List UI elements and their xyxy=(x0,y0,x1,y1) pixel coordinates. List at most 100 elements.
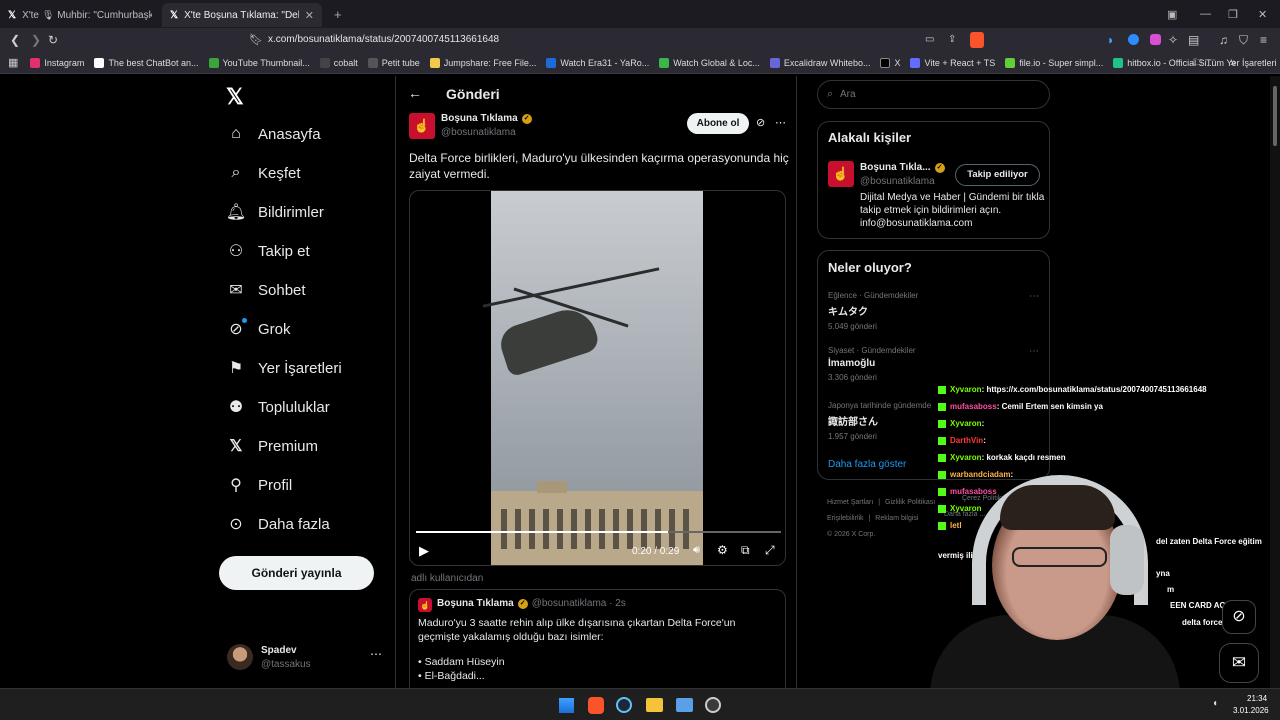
back-icon[interactable]: ❮ xyxy=(10,28,20,52)
windows-start-icon[interactable] xyxy=(559,698,574,713)
bookmark-item[interactable]: Instagram xyxy=(30,57,84,68)
author-name: Boşuna Tıklama xyxy=(441,113,518,124)
quote-list-item: • El-Bağdadi... xyxy=(418,670,485,682)
bookmark-item[interactable]: YouTube Thumbnail... xyxy=(208,57,310,68)
forward-icon[interactable]: ❯ xyxy=(31,28,41,52)
related-avatar[interactable]: ☝ xyxy=(828,161,854,187)
subscribe-button[interactable]: Abone ol xyxy=(687,113,749,134)
bookmark-item[interactable]: Watch Global & Loc... xyxy=(659,57,760,68)
trend-item[interactable]: Eğlence · Gündemdekiler キムタク 5.049 gönde… xyxy=(828,291,1043,335)
reload-icon[interactable]: ↻ xyxy=(48,28,58,52)
verified-badge-icon: ✓ xyxy=(521,113,532,124)
author-name-row[interactable]: Boşuna Tıklama ✓ xyxy=(441,113,532,124)
back-arrow-icon[interactable]: ← xyxy=(408,85,422,101)
related-name-row[interactable]: Boşuna Tıkla... ✓ xyxy=(860,162,945,173)
bookmark-page-icon[interactable]: 🔖︎ xyxy=(249,28,263,52)
brave-taskbar-icon[interactable] xyxy=(588,697,604,714)
bookmark-item[interactable]: Petit tube xyxy=(367,57,420,68)
obs-taskbar-icon[interactable] xyxy=(705,697,721,713)
grok-analyze-icon[interactable]: ⊘ xyxy=(756,116,765,129)
nav-bookmarks[interactable]: ⚑ Yer İşaretleri xyxy=(227,359,342,378)
more-dots-icon[interactable]: ⋯ xyxy=(1029,346,1039,357)
photos-taskbar-icon[interactable] xyxy=(676,698,693,712)
post-button[interactable]: Gönderi yayınla xyxy=(219,556,374,590)
nav-grok[interactable]: ⊘ Grok xyxy=(227,318,291,338)
extensions-icon[interactable]: ▣ xyxy=(1167,8,1177,21)
account-switcher[interactable]: Spadev @tassakus ⋯ xyxy=(227,643,387,673)
nav-home[interactable]: ⌂ Anasayfa xyxy=(227,125,320,143)
share-icon[interactable]: ⇪ xyxy=(948,28,956,52)
x-logo-icon[interactable]: 𝕏 xyxy=(226,84,244,110)
source-attribution[interactable]: adlı kullanıcıdan xyxy=(411,573,483,584)
extension-icon[interactable] xyxy=(1150,34,1161,45)
author-avatar[interactable]: ☝ xyxy=(409,113,435,139)
fullscreen-icon[interactable]: ⤢ xyxy=(765,543,775,558)
tab-bosuna[interactable]: 𝕏 X'te Boşuna Tıklama: "Delta Forc ✕ xyxy=(162,3,322,27)
nav-chat[interactable]: ✉ Sohbet xyxy=(227,281,305,300)
audio-icon[interactable]: ◗ xyxy=(1107,28,1114,52)
play-icon[interactable]: ▶ xyxy=(419,543,429,559)
chat-username: mufasaboss xyxy=(950,402,997,411)
more-dots-icon[interactable]: ⋯ xyxy=(1029,291,1039,302)
trend-item[interactable]: Japonya tarihinde gündemde 諏訪部さん 1.957 g… xyxy=(828,401,938,445)
shield-icon[interactable]: ⛉ xyxy=(1239,28,1248,52)
trend-item[interactable]: Siyaset · Gündemdekiler İmamoğlu 3.306 g… xyxy=(828,346,1043,390)
quote-avatar: ☝ xyxy=(418,598,432,612)
streamer-hair xyxy=(1000,485,1115,530)
music-icon[interactable]: ♫ xyxy=(1219,28,1228,52)
brave-shield-icon[interactable] xyxy=(970,32,984,48)
nav-notifications[interactable]: 🔔︎ Bildirimler xyxy=(226,203,324,222)
nav-communities[interactable]: ⚉ Topluluklar xyxy=(227,398,330,417)
search-box[interactable]: ⌕ Ara xyxy=(817,80,1050,109)
bookmark-item[interactable]: Vite + React + TS xyxy=(910,57,995,68)
following-button[interactable]: Takip ediliyor xyxy=(955,164,1040,186)
pip-icon[interactable]: ⧉ xyxy=(741,543,750,558)
scrollbar[interactable] xyxy=(1270,76,1280,688)
volume-icon[interactable]: 🔊︎ xyxy=(693,544,700,557)
nav-follow[interactable]: ⚇ Takip et xyxy=(227,242,310,261)
clock-date[interactable]: 3.01.2026 xyxy=(1233,706,1269,715)
chat-badge-icon xyxy=(938,385,946,394)
url-text[interactable]: x.com/bosunatiklama/status/2007400745113… xyxy=(268,28,499,52)
video-progress-track[interactable] xyxy=(416,531,781,533)
puzzle-icon[interactable]: ✧ xyxy=(1168,28,1178,52)
all-bookmarks[interactable]: 🗀 Tüm Yer İşaretleri xyxy=(1193,55,1277,71)
bookmark-item[interactable]: cobalt xyxy=(319,57,358,68)
nav-explore[interactable]: ⌕ Keşfet xyxy=(227,164,301,182)
grok-floating-button[interactable]: ⊘ xyxy=(1222,600,1256,634)
bookmark-item[interactable]: The best ChatBot an... xyxy=(94,57,199,68)
video-player[interactable]: ▶ 0:20 / 0:29 🔊︎ ⚙ ⧉ ⤢ xyxy=(409,190,786,566)
cast-icon[interactable]: ▭ xyxy=(925,28,934,52)
new-tab-icon[interactable]: + xyxy=(334,7,342,22)
vpn-icon[interactable] xyxy=(1128,34,1139,45)
menu-icon[interactable]: ≡ xyxy=(1260,28,1267,52)
clock-time[interactable]: 21:34 xyxy=(1247,694,1267,703)
network-icon[interactable]: ◖ xyxy=(1212,698,1218,709)
messages-floating-button[interactable]: ✉ xyxy=(1219,643,1259,683)
search-icon: ⌕ xyxy=(231,164,241,181)
bookmark-item[interactable]: file.io - Super simpl... xyxy=(1005,57,1103,68)
scrollbar-thumb[interactable] xyxy=(1273,86,1277,146)
tab-muhbir[interactable]: 𝕏 X'te 🎙 Muhbir: "Cumhurbaşkanı Baş xyxy=(0,3,162,27)
close-tab-icon[interactable]: ✕ xyxy=(305,9,314,22)
chat-message: Xyvaron: korkak kaçdı resmen xyxy=(938,453,1066,462)
nav-more[interactable]: ⊙ Daha fazla xyxy=(227,515,329,534)
apps-grid-icon[interactable]: ▦ xyxy=(8,56,18,69)
taskbar: ◖ 21:34 3.01.2026 xyxy=(0,688,1280,720)
bookmark-item[interactable]: Jumpshare: Free File... xyxy=(429,57,536,68)
bookmark-item[interactable]: X xyxy=(880,57,900,68)
explorer-taskbar-icon[interactable] xyxy=(646,698,663,712)
nav-premium[interactable]: 𝕏 Premium xyxy=(227,437,318,456)
steam-taskbar-icon[interactable] xyxy=(616,697,632,713)
restore-icon[interactable]: ❐ xyxy=(1228,8,1238,21)
close-window-icon[interactable]: ✕ xyxy=(1258,8,1267,21)
quoted-post[interactable]: ☝ Boşuna Tıklama ✓ @bosunatiklama · 2s M… xyxy=(409,589,786,699)
more-options-icon[interactable]: ⋯ xyxy=(775,116,786,129)
bookmark-item[interactable]: Watch Era31 - YaRo... xyxy=(546,57,649,68)
nav-profile[interactable]: ⚲ Profil xyxy=(227,476,292,495)
minimize-icon[interactable]: — xyxy=(1200,8,1211,20)
sidebar-icon[interactable]: ▤ xyxy=(1188,28,1199,52)
settings-icon[interactable]: ⚙ xyxy=(717,543,728,557)
bookmark-item[interactable]: Excalidraw Whitebo... xyxy=(769,57,870,68)
show-more-link[interactable]: Daha fazla göster xyxy=(828,459,906,470)
